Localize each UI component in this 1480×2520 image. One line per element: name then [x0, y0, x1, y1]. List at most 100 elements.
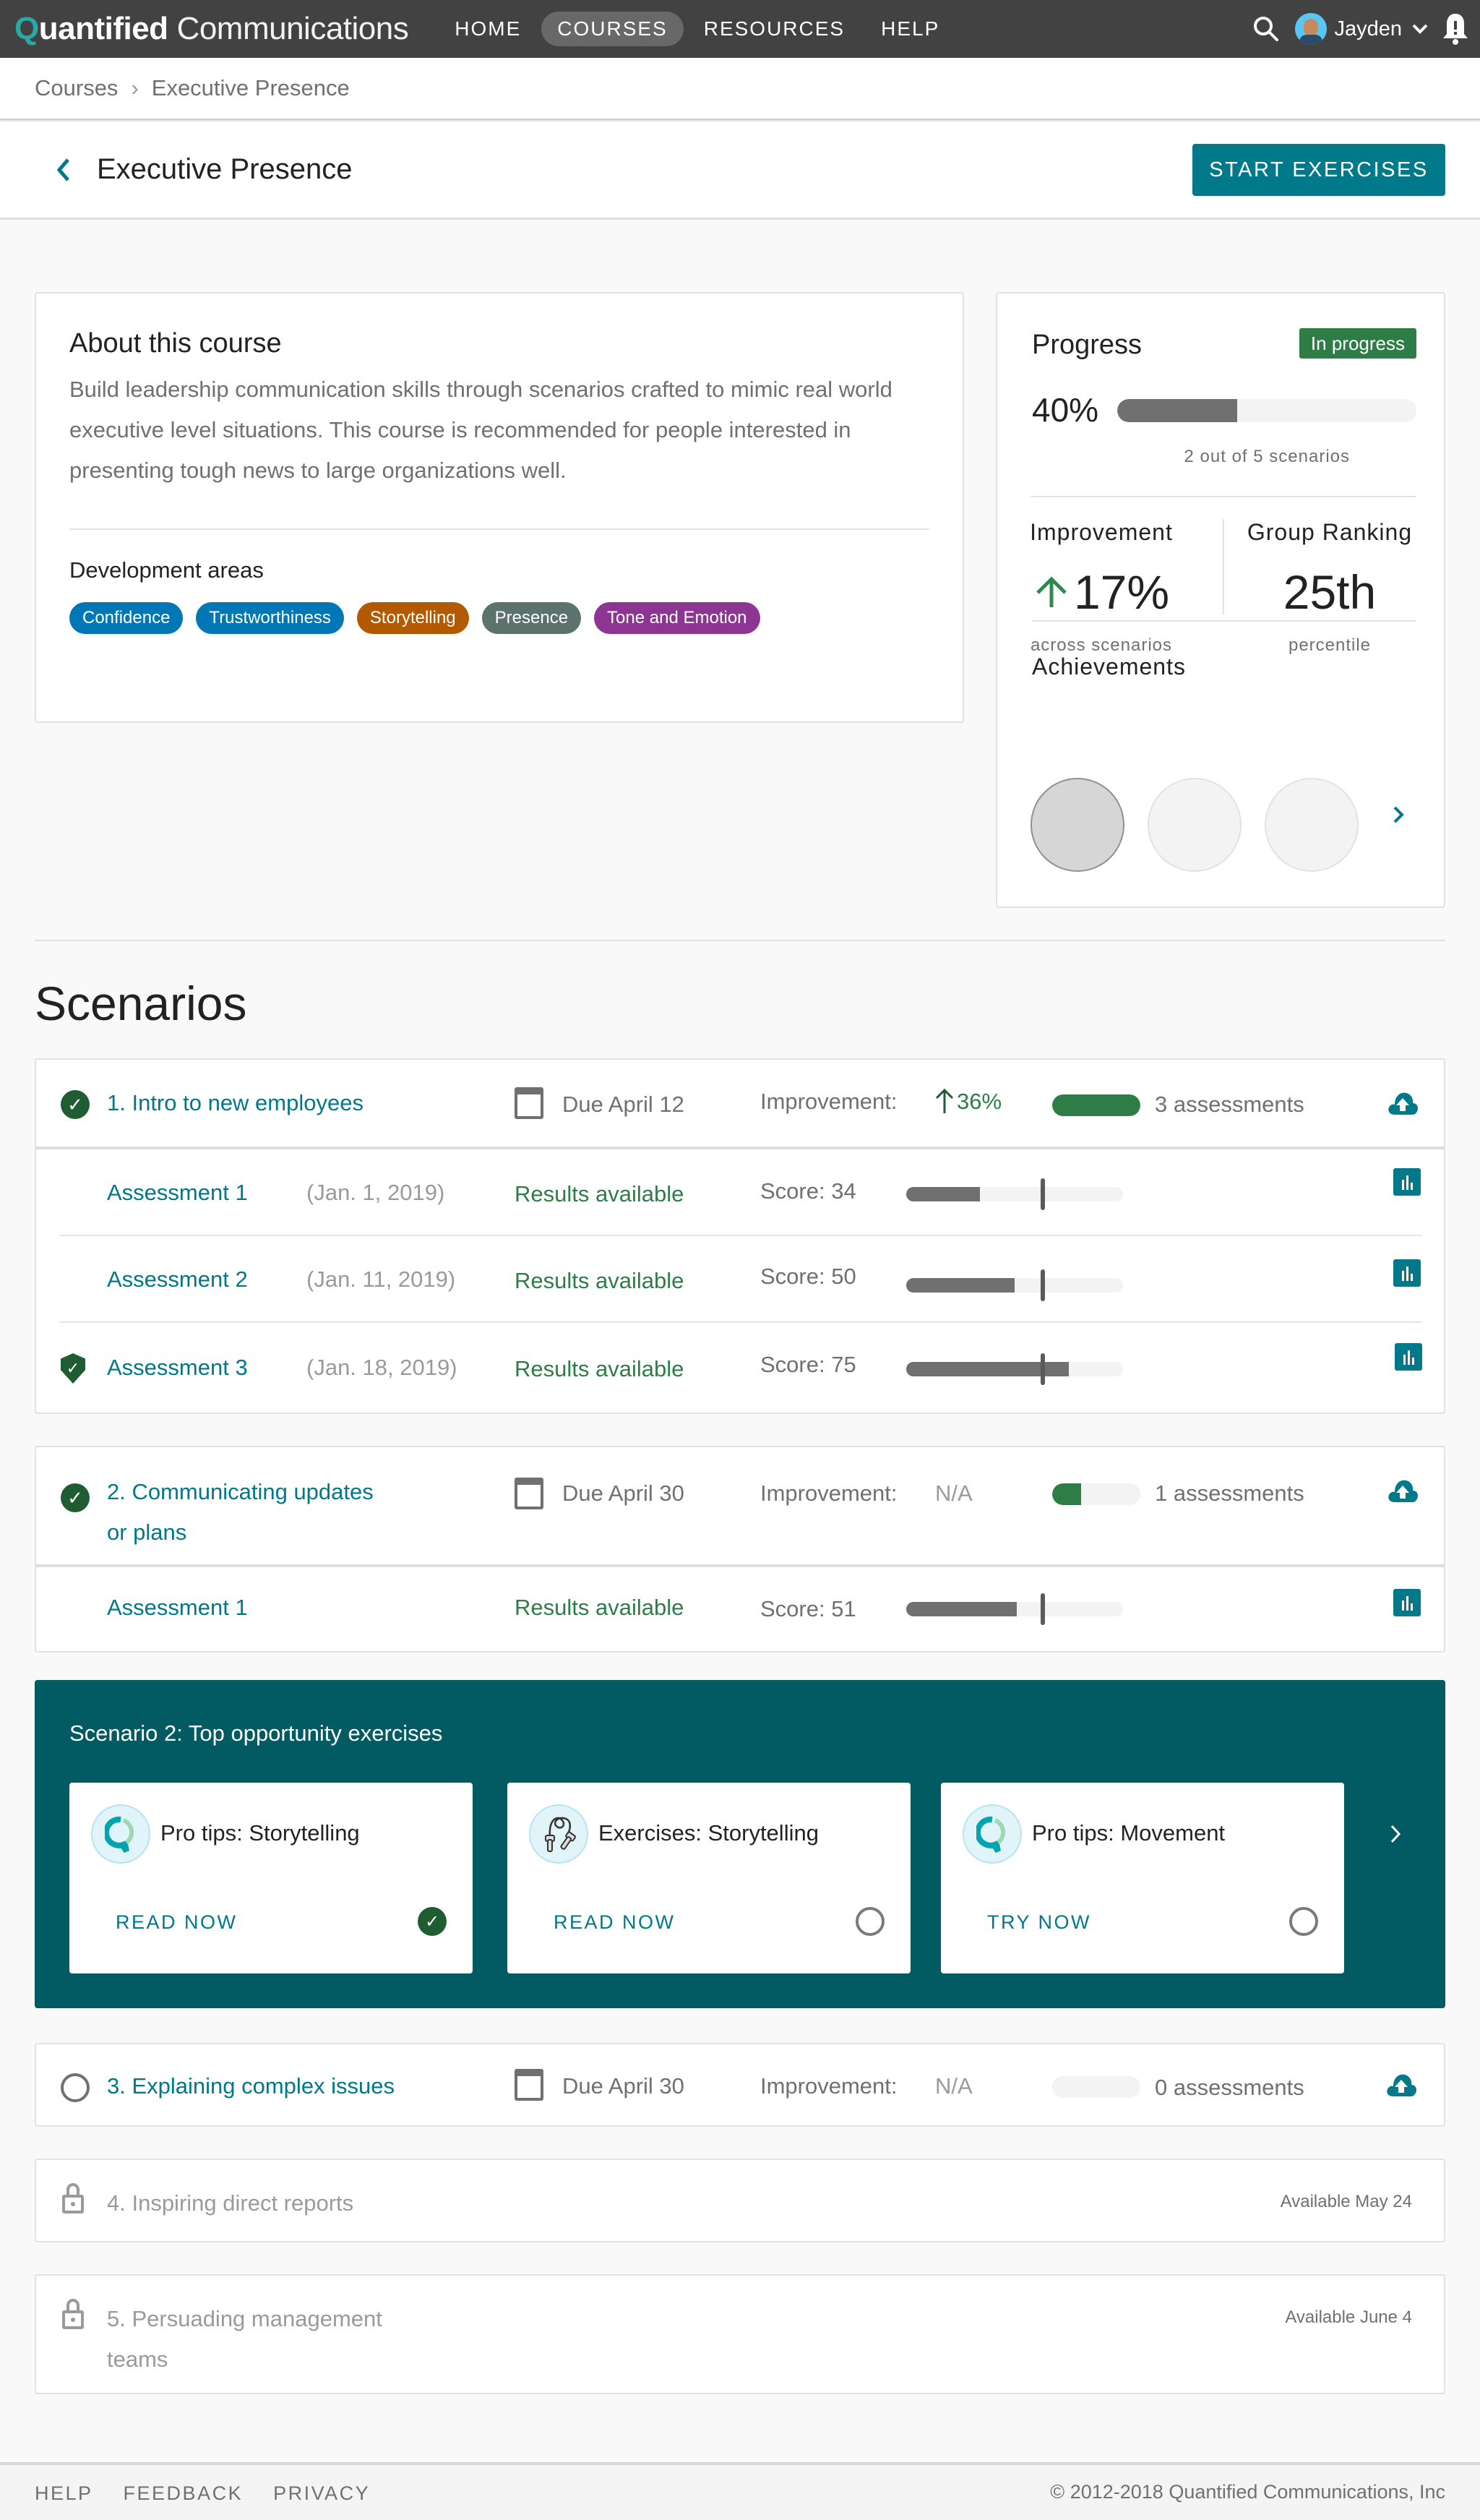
- progress-title: Progress: [1032, 330, 1143, 360]
- breadcrumb: Courses › Executive Presence: [0, 58, 1480, 120]
- score-label: Score: 51: [760, 1596, 856, 1621]
- view-results-chart-icon[interactable]: [1393, 1589, 1421, 1616]
- tag-trustworthiness[interactable]: Trustworthiness: [196, 602, 344, 634]
- chevron-down-icon[interactable]: [1409, 18, 1431, 40]
- footer-feedback-link[interactable]: FEEDBACK: [124, 2482, 244, 2505]
- tag-storytelling[interactable]: Storytelling: [356, 602, 469, 634]
- scenario-card: 3. Explaining complex issues Due April 3…: [35, 2043, 1445, 2127]
- user-name[interactable]: Jayden: [1334, 17, 1402, 41]
- scenario-title-line1[interactable]: 2. Communicating updates: [107, 1479, 374, 1505]
- avatar[interactable]: [1295, 13, 1328, 45]
- search-icon[interactable]: [1252, 14, 1281, 43]
- improvement-value: N/A: [935, 1480, 973, 1506]
- scenario-card-locked: 4. Inspiring direct reports Available Ma…: [35, 2159, 1445, 2242]
- tag-tone-and-emotion[interactable]: Tone and Emotion: [594, 602, 760, 634]
- empty-circle-icon: [61, 2073, 90, 2102]
- main-nav: HOME COURSES RESOURCES HELP: [439, 12, 960, 46]
- chevron-right-icon[interactable]: [1390, 804, 1406, 826]
- status-badge: In progress: [1299, 328, 1416, 359]
- qc-logo-icon: [91, 1804, 150, 1864]
- scenario-title-line1: 5. Persuading management: [107, 2306, 382, 2331]
- assessment-name[interactable]: Assessment 2: [107, 1267, 248, 1293]
- exercise-card[interactable]: Pro tips: Movement TRY NOW: [941, 1783, 1344, 1973]
- scenario-header[interactable]: 3. Explaining complex issues Due April 3…: [36, 2044, 1444, 2125]
- due-date: Due April 30: [562, 2073, 684, 2099]
- achievement-badge[interactable]: [1031, 778, 1124, 872]
- bell-alert-icon[interactable]: [1441, 12, 1470, 46]
- breadcrumb-courses[interactable]: Courses: [35, 75, 118, 101]
- footer-help-link[interactable]: HELP: [35, 2482, 93, 2505]
- score-bar: [906, 1269, 1123, 1301]
- score-bar-fill: [906, 1602, 1017, 1616]
- shield-check-icon: ✓: [61, 1353, 85, 1384]
- page-header: Executive Presence START EXERCISES: [0, 121, 1480, 220]
- calendar-icon: [515, 1478, 543, 1509]
- back-chevron-icon[interactable]: [49, 155, 78, 184]
- view-results-chart-icon[interactable]: [1393, 1168, 1421, 1196]
- progress-card: Progress In progress 40% 2 out of 5 scen…: [996, 292, 1445, 908]
- read-now-link[interactable]: READ NOW: [554, 1911, 676, 1934]
- benchmark-marker: [1041, 1269, 1045, 1301]
- improvement-label: Improvement:: [760, 1480, 898, 1506]
- assessment-date: (Jan. 11, 2019): [306, 1267, 456, 1292]
- arrow-up-icon: [1036, 576, 1067, 607]
- breadcrumb-separator: ›: [131, 75, 139, 100]
- nav-courses[interactable]: COURSES: [541, 12, 684, 46]
- scenarios-title: Scenarios: [35, 977, 247, 1030]
- cloud-upload-icon[interactable]: [1386, 1476, 1419, 1505]
- try-now-link[interactable]: TRY NOW: [987, 1911, 1091, 1934]
- improvement-label: Improvement:: [760, 1089, 898, 1114]
- progress-percent: 40%: [1032, 391, 1099, 429]
- chevron-right-icon[interactable]: [1388, 1822, 1403, 1846]
- view-results-chart-icon[interactable]: [1393, 1259, 1421, 1287]
- empty-circle-icon: [1289, 1907, 1318, 1936]
- read-now-link[interactable]: READ NOW: [116, 1911, 238, 1934]
- available-date: Available June 4: [1285, 2307, 1412, 2327]
- scenario-header[interactable]: ✓ 2. Communicating updates or plans Due …: [36, 1447, 1444, 1567]
- scenario-title-line2[interactable]: or plans: [107, 1520, 186, 1546]
- view-results-chart-icon[interactable]: [1395, 1343, 1422, 1371]
- app-logo[interactable]: Quantified Communications: [14, 11, 409, 47]
- assessment-name[interactable]: Assessment 1: [107, 1180, 248, 1206]
- assessment-name[interactable]: Assessment 3: [107, 1355, 248, 1381]
- assessment-row[interactable]: Assessment 1 (Jan. 1, 2019) Results avai…: [59, 1149, 1422, 1236]
- footer: HELP FEEDBACK PRIVACY © 2012-2018 Quanti…: [0, 2462, 1480, 2520]
- improvement-value-row: 17%: [1007, 565, 1195, 620]
- due-date: Due April 12: [562, 1092, 684, 1117]
- improvement-value: 17%: [1073, 565, 1170, 619]
- logo-light-text: Communications: [176, 11, 409, 46]
- assessment-row[interactable]: Assessment 2 (Jan. 11, 2019) Results ava…: [59, 1236, 1422, 1323]
- scenario-card: ✓ 2. Communicating updates or plans Due …: [35, 1446, 1445, 1653]
- assessment-progress-bar: [1052, 1483, 1140, 1505]
- scenario-title[interactable]: 1. Intro to new employees: [107, 1090, 363, 1116]
- assessment-date: (Jan. 18, 2019): [306, 1355, 457, 1380]
- assessment-progress-bar: [1052, 2076, 1140, 2098]
- achievement-badge[interactable]: [1265, 778, 1359, 872]
- assessment-name[interactable]: Assessment 1: [107, 1595, 248, 1621]
- nav-home[interactable]: HOME: [439, 12, 537, 46]
- scenario-header[interactable]: ✓ 1. Intro to new employees Due April 12…: [36, 1060, 1444, 1149]
- tag-presence[interactable]: Presence: [481, 602, 582, 634]
- exercise-card[interactable]: Exercises: Storytelling READ NOW: [507, 1783, 911, 1973]
- ranking-label: Group Ranking: [1247, 519, 1413, 545]
- scenario-title[interactable]: 3. Explaining complex issues: [107, 2073, 395, 2099]
- start-exercises-button[interactable]: START EXERCISES: [1192, 144, 1445, 196]
- score-label: Score: 50: [760, 1264, 856, 1289]
- check-circle-icon: ✓: [61, 1090, 90, 1119]
- achievements-title: Achievements: [1032, 653, 1186, 680]
- benchmark-marker: [1041, 1593, 1045, 1625]
- assessment-row[interactable]: Assessment 1 Results available Score: 51: [59, 1567, 1422, 1648]
- cloud-upload-icon[interactable]: [1386, 1089, 1419, 1118]
- tag-confidence[interactable]: Confidence: [69, 602, 184, 634]
- scenario-card-locked: 5. Persuading management teams Available…: [35, 2274, 1445, 2394]
- footer-privacy-link[interactable]: PRIVACY: [273, 2482, 370, 2505]
- assessment-row[interactable]: ✓ Assessment 3 (Jan. 18, 2019) Results a…: [59, 1323, 1422, 1410]
- improvement-label: Improvement: [1030, 519, 1173, 545]
- breadcrumb-current: Executive Presence: [151, 75, 350, 100]
- divider: [1031, 496, 1416, 497]
- achievement-badge[interactable]: [1148, 778, 1242, 872]
- nav-resources[interactable]: RESOURCES: [688, 12, 861, 46]
- cloud-upload-icon[interactable]: [1385, 2070, 1418, 2099]
- exercise-card[interactable]: Pro tips: Storytelling READ NOW ✓: [69, 1783, 473, 1973]
- nav-help[interactable]: HELP: [865, 12, 955, 46]
